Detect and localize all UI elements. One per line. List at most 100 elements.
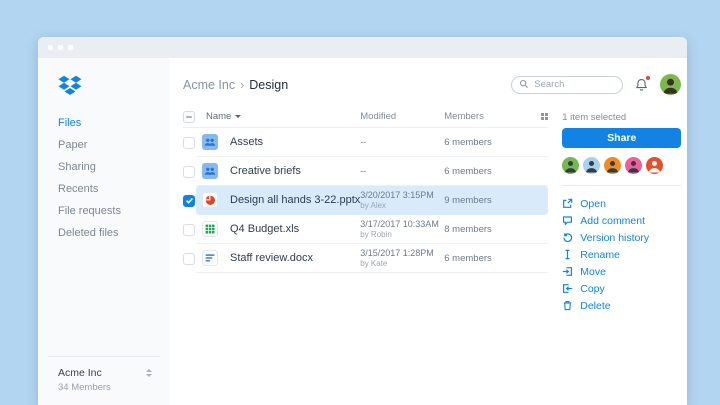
file-modified: 3/20/2017 3:15PM bbox=[360, 189, 434, 200]
sidebar-item-deleted-files[interactable]: Deleted files bbox=[38, 222, 170, 244]
action-label: Copy bbox=[580, 282, 605, 295]
row-checkbox-checked[interactable] bbox=[183, 194, 195, 207]
search-input[interactable] bbox=[534, 79, 615, 90]
rename-icon bbox=[565, 249, 570, 260]
desktop-background: Files Paper Sharing Recents File request… bbox=[0, 0, 720, 405]
member-avatar[interactable] bbox=[604, 157, 622, 174]
sidebar-item-sharing[interactable]: Sharing bbox=[38, 156, 170, 178]
comment-icon bbox=[563, 216, 573, 225]
trash-icon bbox=[564, 301, 572, 311]
file-name: Q4 Budget.xls bbox=[230, 223, 300, 235]
row-checkbox[interactable] bbox=[183, 252, 195, 265]
row-checkbox[interactable] bbox=[183, 223, 195, 236]
share-button[interactable]: Share bbox=[562, 128, 682, 148]
table-row[interactable]: Creative briefs -- 6 members bbox=[183, 157, 549, 186]
excel-file-icon bbox=[202, 221, 218, 237]
file-name: Design all hands 3-22.pptx bbox=[230, 194, 361, 206]
column-header-name[interactable]: Name bbox=[206, 111, 360, 122]
file-modified-by: by Kate bbox=[360, 258, 388, 268]
notification-badge bbox=[645, 75, 651, 80]
member-avatar[interactable] bbox=[562, 157, 580, 174]
sidebar-item-paper[interactable]: Paper bbox=[38, 134, 170, 156]
file-modified-by: by Robin bbox=[360, 229, 392, 239]
shared-folder-icon bbox=[202, 163, 218, 179]
action-version-history[interactable]: Version history bbox=[562, 229, 681, 246]
workspace-switcher[interactable]: Acme Inc 34 Members bbox=[48, 356, 160, 405]
table-header: Name Modified Members bbox=[183, 106, 549, 128]
action-label: Rename bbox=[580, 248, 620, 261]
action-label: Version history bbox=[580, 231, 650, 244]
search-box[interactable] bbox=[511, 75, 624, 94]
history-icon bbox=[563, 233, 573, 243]
panel-divider bbox=[562, 185, 682, 186]
member-avatar[interactable] bbox=[646, 157, 664, 174]
action-label: Delete bbox=[580, 299, 611, 312]
action-open[interactable]: Open bbox=[562, 195, 681, 212]
main-content: Acme Inc › Design Search Name Modified M… bbox=[170, 58, 695, 405]
action-rename[interactable]: Rename bbox=[562, 246, 681, 263]
sidebar-nav: Files Paper Sharing Recents File request… bbox=[38, 112, 170, 244]
window-control-dot[interactable] bbox=[48, 45, 53, 50]
word-file-icon bbox=[202, 250, 218, 266]
window-control-dot[interactable] bbox=[68, 45, 73, 50]
select-all-checkbox[interactable] bbox=[183, 110, 195, 123]
member-avatar[interactable] bbox=[625, 157, 643, 174]
file-modified: -- bbox=[360, 165, 367, 176]
sort-desc-icon bbox=[235, 115, 242, 118]
action-delete[interactable]: Delete bbox=[562, 297, 681, 314]
dropbox-logo-icon[interactable] bbox=[58, 75, 82, 96]
search-icon bbox=[519, 76, 529, 94]
user-avatar[interactable] bbox=[660, 74, 682, 95]
selection-panel: 1 item selected Share Open Add comment V… bbox=[562, 106, 682, 314]
move-icon bbox=[563, 267, 573, 276]
breadcrumb-current: Design bbox=[249, 77, 289, 92]
row-checkbox[interactable] bbox=[183, 136, 195, 149]
sidebar-item-file-requests[interactable]: File requests bbox=[38, 200, 170, 222]
file-members: 6 members bbox=[444, 136, 492, 148]
grid-view-icon[interactable] bbox=[540, 112, 549, 121]
column-header-modified[interactable]: Modified bbox=[360, 111, 444, 122]
action-move[interactable]: Move bbox=[562, 263, 681, 280]
workspace-chevron-icon bbox=[146, 369, 152, 377]
file-name: Creative briefs bbox=[230, 165, 301, 177]
file-table: Name Modified Members Assets -- 6 member… bbox=[183, 106, 549, 314]
breadcrumb-parent[interactable]: Acme Inc bbox=[183, 78, 235, 92]
workspace-member-count: 34 Members bbox=[58, 382, 111, 393]
breadcrumb-separator: › bbox=[240, 77, 245, 92]
sidebar-item-files[interactable]: Files bbox=[38, 112, 170, 134]
file-modified: 3/17/2017 10:33AM bbox=[360, 218, 439, 229]
app-window: Files Paper Sharing Recents File request… bbox=[38, 37, 687, 405]
action-add-comment[interactable]: Add comment bbox=[562, 212, 681, 229]
sidebar: Files Paper Sharing Recents File request… bbox=[38, 58, 170, 405]
table-row[interactable]: Q4 Budget.xls 3/17/2017 10:33AM by Robin… bbox=[183, 215, 549, 244]
action-copy[interactable]: Copy bbox=[562, 280, 681, 297]
shared-folder-icon bbox=[202, 134, 218, 150]
file-actions: Open Add comment Version history Rename … bbox=[562, 195, 681, 314]
file-members: 8 members bbox=[444, 223, 492, 235]
column-header-members[interactable]: Members bbox=[444, 111, 532, 122]
member-avatar[interactable] bbox=[583, 157, 601, 174]
file-members: 9 members bbox=[444, 194, 492, 206]
window-titlebar[interactable] bbox=[38, 37, 687, 58]
file-modified-by: by Alex bbox=[360, 200, 387, 210]
copy-icon bbox=[563, 284, 573, 293]
sidebar-item-recents[interactable]: Recents bbox=[38, 178, 170, 200]
table-row[interactable]: Staff review.docx 3/15/2017 1:28PM by Ka… bbox=[183, 244, 549, 273]
table-row-selected[interactable]: Design all hands 3-22.pptx 3/20/2017 3:1… bbox=[183, 186, 549, 215]
workspace-name: Acme Inc bbox=[58, 367, 102, 379]
window-control-dot[interactable] bbox=[58, 45, 63, 50]
table-row[interactable]: Assets -- 6 members bbox=[183, 128, 549, 157]
file-members: 6 members bbox=[444, 165, 492, 177]
powerpoint-file-icon bbox=[202, 192, 218, 208]
notifications-button[interactable] bbox=[634, 75, 651, 93]
member-avatars bbox=[562, 157, 681, 174]
selection-status: 1 item selected bbox=[562, 111, 627, 123]
action-label: Add comment bbox=[580, 214, 646, 227]
open-icon bbox=[563, 198, 573, 208]
action-label: Move bbox=[580, 265, 606, 278]
file-name: Staff review.docx bbox=[230, 252, 313, 264]
file-members: 6 members bbox=[444, 252, 492, 264]
file-name: Assets bbox=[230, 136, 264, 148]
file-modified: 3/15/2017 1:28PM bbox=[360, 247, 434, 258]
row-checkbox[interactable] bbox=[183, 165, 195, 178]
